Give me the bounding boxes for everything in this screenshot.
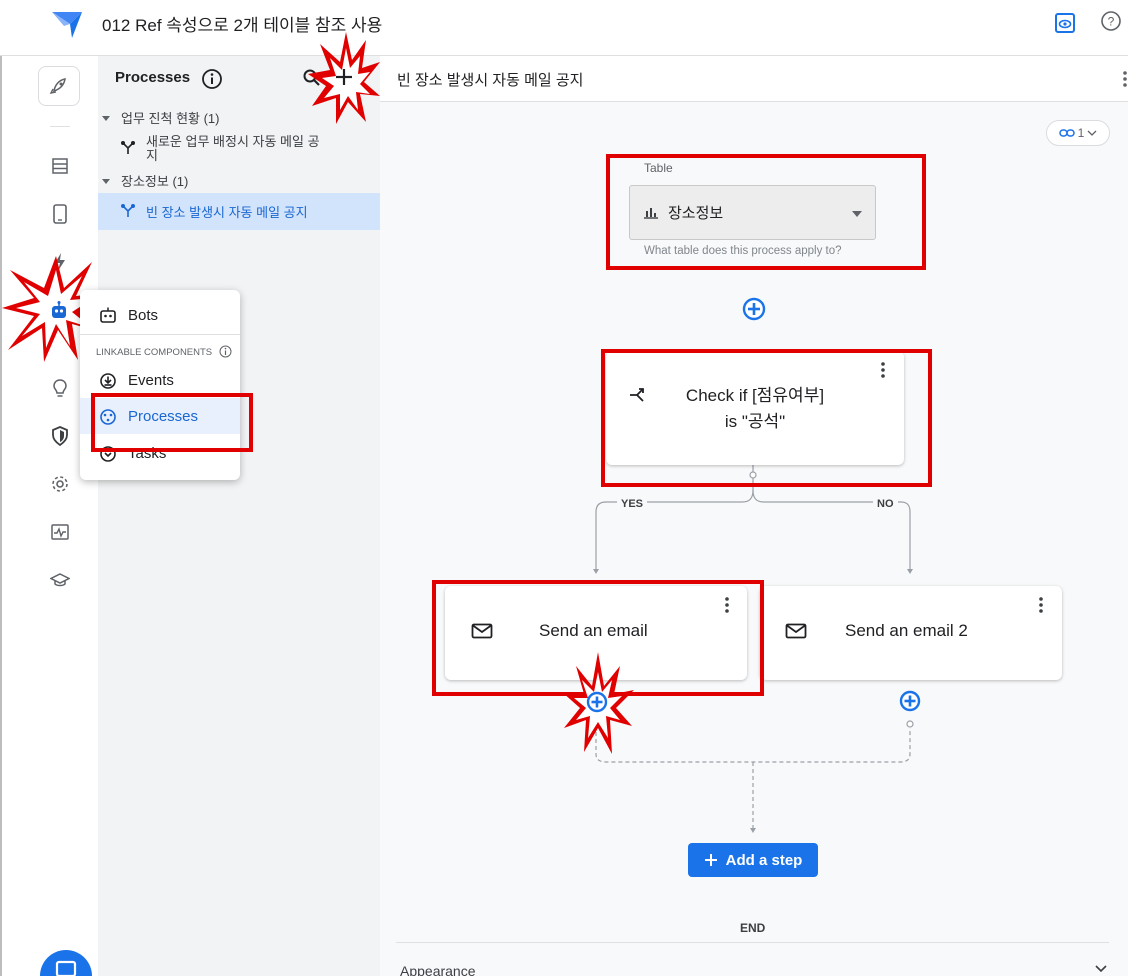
add-step-plus-icon[interactable] — [586, 691, 608, 713]
security-icon[interactable] — [48, 424, 72, 448]
preview-icon[interactable] — [1054, 12, 1076, 34]
menu-divider — [80, 334, 240, 335]
mail-icon — [785, 623, 807, 639]
left-rail — [0, 56, 98, 976]
more-vert-icon[interactable] — [1038, 596, 1044, 614]
menu-item-events[interactable]: Events — [128, 372, 174, 389]
add-step-plus-icon[interactable] — [742, 297, 766, 321]
views-icon[interactable] — [48, 202, 72, 226]
tree-item-label-cont[interactable]: 지 — [146, 145, 158, 164]
svg-text:?: ? — [1108, 15, 1115, 29]
appearance-label: Appearance — [400, 963, 476, 976]
caret-down-icon[interactable] — [101, 176, 111, 186]
monitor-icon[interactable] — [48, 520, 72, 544]
end-label: END — [740, 921, 766, 935]
learn-icon[interactable] — [48, 568, 72, 592]
panel-title: Processes — [115, 69, 191, 86]
plus-icon — [704, 853, 718, 867]
process-icon — [120, 203, 136, 219]
highlight-box — [601, 349, 932, 487]
chevron-down-icon[interactable] — [1095, 965, 1107, 973]
settings-icon[interactable] — [48, 472, 72, 496]
events-icon — [99, 372, 117, 390]
intelligence-icon[interactable] — [48, 376, 72, 400]
appsheet-logo-icon[interactable] — [50, 8, 84, 40]
branch-yes-label: YES — [617, 498, 648, 510]
add-step-plus-icon[interactable] — [899, 690, 921, 712]
add-a-step-button[interactable]: Add a step — [688, 843, 818, 877]
highlight-box — [606, 154, 926, 270]
help-icon[interactable]: ? — [1100, 10, 1122, 32]
process-title: 빈 장소 발생시 자동 메일 공지 — [397, 72, 584, 89]
tree-group-label[interactable]: 업무 진척 현황 (1) — [121, 108, 219, 127]
info-icon[interactable] — [201, 68, 223, 90]
caret-down-icon[interactable] — [101, 113, 111, 123]
menu-section-title: LINKABLE COMPONENTS — [96, 347, 213, 358]
tree-group-label[interactable]: 장소정보 (1) — [121, 171, 188, 190]
automation-icon-overlay[interactable] — [48, 300, 70, 322]
tree-item-label[interactable]: 새로운 업무 배정시 자동 메일 공 — [146, 131, 320, 150]
tree-item-label[interactable]: 빈 장소 발생시 자동 메일 공지 — [146, 202, 308, 221]
rail-divider — [50, 126, 70, 127]
data-icon[interactable] — [48, 154, 72, 178]
add-a-step-label: Add a step — [725, 851, 803, 869]
send-email-2-label: Send an email 2 — [845, 621, 968, 640]
chat-fab-button[interactable] — [40, 950, 92, 976]
appearance-section[interactable] — [396, 942, 1109, 976]
bots-icon — [99, 306, 117, 324]
branch-no-label: NO — [873, 498, 898, 510]
process-icon — [120, 140, 136, 156]
menu-item-bots[interactable]: Bots — [128, 307, 158, 324]
highlight-box — [91, 393, 253, 452]
info-icon[interactable] — [219, 345, 232, 358]
add-process-button[interactable] — [334, 67, 354, 87]
more-vert-icon[interactable] — [1122, 70, 1128, 88]
launch-icon[interactable] — [38, 66, 80, 106]
